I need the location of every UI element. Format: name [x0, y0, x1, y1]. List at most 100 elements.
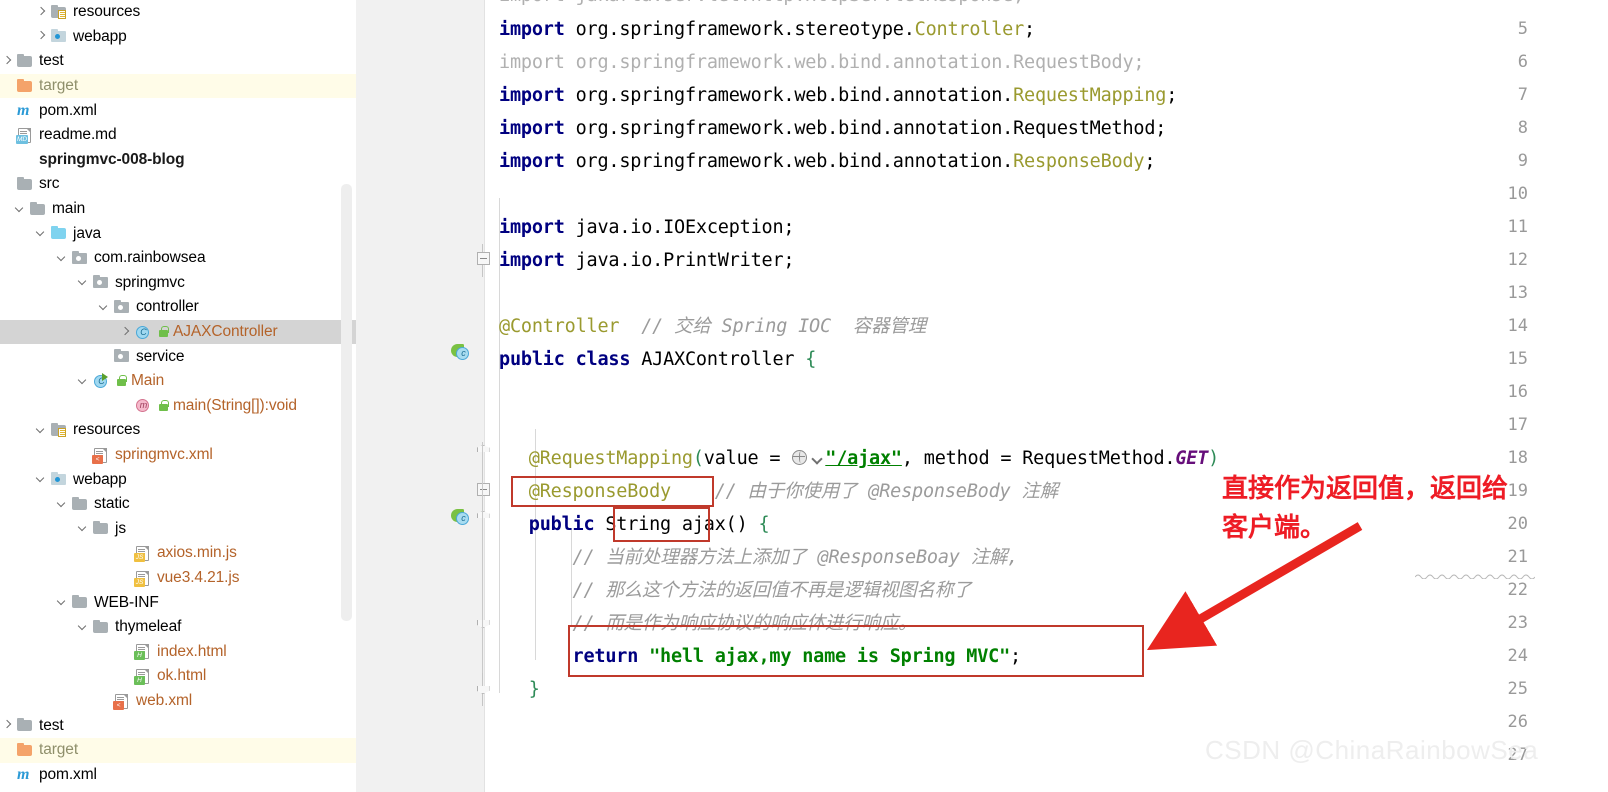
chevron-down-icon[interactable] [811, 452, 825, 466]
public-visibility-icon [157, 399, 170, 413]
tree-item-label: springmvc [115, 273, 185, 291]
tree-item-ok-html[interactable]: Hok.html [0, 664, 356, 689]
collapse-arrow-icon[interactable] [55, 497, 70, 512]
tree-item-resources[interactable]: resources [0, 418, 356, 443]
keyword-import: import [499, 85, 565, 106]
tree-item-web-xml[interactable]: < web.xml [0, 689, 356, 714]
value-attribute: value = [703, 448, 792, 469]
collapse-arrow-icon[interactable] [13, 202, 28, 217]
tree-item-test[interactable]: test [0, 49, 356, 74]
tree-item-pom-xml[interactable]: pom.xml [0, 98, 356, 123]
editor-gutter[interactable] [356, 0, 485, 792]
tree-item-java[interactable]: java [0, 221, 356, 246]
tree-item-resources[interactable]: resources [0, 0, 356, 25]
semicolon: ; [1010, 646, 1021, 667]
tree-item-static[interactable]: static [0, 492, 356, 517]
tree-item-label: target [39, 741, 79, 759]
tree-item-label: resources [73, 3, 141, 21]
fold-rail [482, 442, 483, 673]
tree-item-test[interactable]: test [0, 713, 356, 738]
tree-item-label: controller [136, 298, 199, 316]
tree-item-label: js [115, 519, 126, 537]
keyword-import: import [499, 250, 565, 271]
inline-comment: // 由于你使用了 @ResponseBody 注解 [670, 481, 1058, 502]
tree-item-thymeleaf[interactable]: thymeleaf [0, 615, 356, 640]
tree-item-main-string-void[interactable]: main(String[]):void [0, 394, 356, 419]
collapse-arrow-icon[interactable] [76, 374, 91, 389]
expand-arrow-icon[interactable] [0, 54, 15, 69]
collapse-arrow-icon[interactable] [76, 620, 91, 635]
tree-item-target[interactable]: target [0, 73, 356, 99]
annotation-note-line1: 直接作为返回值，返回给 [1222, 474, 1509, 504]
tree-item-src[interactable]: src [0, 172, 356, 197]
tree-item-controller[interactable]: controller [0, 295, 356, 320]
code-line-5: import org.springframework.stereotype.Co… [499, 13, 1035, 46]
no-arrow-spacer [118, 644, 133, 659]
tree-item-webapp[interactable]: webapp [0, 467, 356, 492]
import-class: Controller [914, 19, 1025, 40]
tree-item-service[interactable]: service [0, 344, 356, 369]
folder-icon [15, 53, 35, 70]
tree-item-label: vue3.4.21.js [157, 569, 240, 587]
class-name: AJAXController [641, 349, 806, 370]
project-tree-panel[interactable]: resourceswebapptesttargetpom.xmlMDreadme… [0, 0, 356, 792]
open-paren: ( [692, 448, 704, 469]
tree-item-springmvc[interactable]: springmvc [0, 271, 356, 296]
code-line-11: import java.io.IOException; [499, 211, 795, 244]
tree-item-label: AJAXController [173, 323, 278, 341]
tree-item-index-html[interactable]: Hindex.html [0, 640, 356, 665]
folder-icon [15, 176, 35, 193]
collapse-arrow-icon[interactable] [97, 300, 112, 315]
collapse-arrow-icon[interactable] [76, 521, 91, 536]
excluded-folder-icon [15, 742, 35, 759]
tree-item-label: resources [73, 421, 141, 439]
java-method-icon [133, 397, 153, 414]
expand-arrow-icon[interactable] [34, 5, 49, 20]
open-brace: { [758, 514, 770, 535]
package-icon [112, 299, 132, 316]
spring-bean-gutter-icon[interactable] [451, 508, 473, 530]
tree-item-label: web.xml [136, 692, 193, 710]
collapse-arrow-icon[interactable] [34, 423, 49, 438]
tree-item-web-inf[interactable]: WEB-INF [0, 590, 356, 615]
no-arrow-spacer [97, 349, 112, 364]
javascript-file-icon: JS [133, 545, 153, 562]
mapping-url-string[interactable]: "/ajax" [825, 448, 902, 469]
tree-item-springmvc-008-blog[interactable]: springmvc-008-blog [0, 148, 356, 173]
no-arrow-spacer [0, 128, 15, 143]
expand-arrow-icon[interactable] [118, 325, 133, 340]
html-file-icon: H [133, 668, 153, 685]
tree-item-target[interactable]: target [0, 738, 356, 763]
sidebar-vertical-scrollbar[interactable] [341, 184, 352, 621]
code-editor[interactable]: 5 6 7 8 9 10 11 12 13 14 15 16 17 18 19 20 21 22 23 24 25 26 2… [356, 0, 1608, 792]
import-package: org.springframework.web.bind.annotation. [564, 85, 1014, 106]
expand-arrow-icon[interactable] [34, 29, 49, 44]
code-text-area[interactable]: import jakarta.servlet.http.HttpServletR… [485, 0, 1608, 792]
public-visibility-icon [115, 374, 128, 388]
collapse-arrow-icon[interactable] [34, 226, 49, 241]
import-package: java.io.IOException; [564, 217, 795, 238]
spring-bean-gutter-icon[interactable] [451, 343, 473, 365]
collapse-arrow-icon[interactable] [34, 472, 49, 487]
tree-item-readme-md[interactable]: MD readme.md [0, 123, 356, 148]
tree-item-main[interactable]: main [0, 197, 356, 222]
tree-item-ajaxcontroller[interactable]: AJAXController [0, 319, 356, 345]
tree-item-label: index.html [157, 642, 227, 660]
tree-item-com-rainbowsea[interactable]: com.rainbowsea [0, 246, 356, 271]
tree-item-pom-xml[interactable]: pom.xml [0, 763, 356, 788]
globe-icon[interactable] [791, 449, 811, 467]
package-icon [91, 274, 111, 291]
tree-item-main[interactable]: Main [0, 369, 356, 394]
resources-folder-icon [49, 4, 69, 21]
collapse-arrow-icon[interactable] [55, 595, 70, 610]
folder-icon [91, 520, 111, 537]
tree-item-axios-min-js[interactable]: JS axios.min.js [0, 541, 356, 566]
tree-item-js[interactable]: js [0, 517, 356, 542]
collapse-arrow-icon[interactable] [55, 251, 70, 266]
tree-item-webapp[interactable]: webapp [0, 25, 356, 50]
tree-item-vue3-4-21-js[interactable]: JS vue3.4.21.js [0, 566, 356, 591]
expand-arrow-icon[interactable] [0, 718, 15, 733]
tree-item-springmvc-xml[interactable]: < springmvc.xml [0, 443, 356, 468]
collapse-arrow-icon[interactable] [76, 275, 91, 290]
keyword-public: public [485, 514, 606, 535]
